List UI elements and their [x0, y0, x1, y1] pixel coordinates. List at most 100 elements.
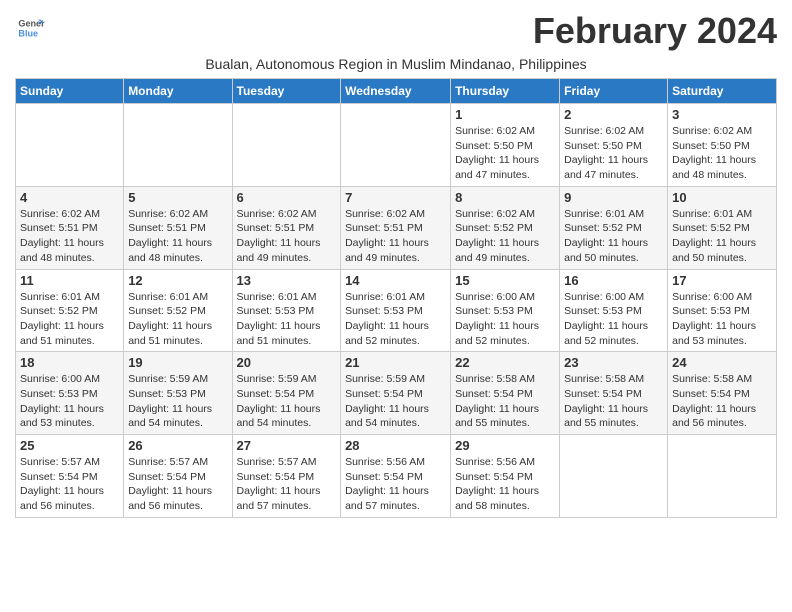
day-info: Sunrise: 5:56 AM Sunset: 5:54 PM Dayligh…	[455, 455, 555, 514]
calendar-cell: 1 Sunrise: 6:02 AM Sunset: 5:50 PM Daylig…	[451, 104, 560, 187]
calendar-cell: 7 Sunrise: 6:02 AM Sunset: 5:51 PM Daylig…	[341, 186, 451, 269]
day-info: Sunrise: 5:58 AM Sunset: 5:54 PM Dayligh…	[455, 372, 555, 431]
calendar-cell: 18 Sunrise: 6:00 AM Sunset: 5:53 PM Dayli…	[16, 352, 124, 435]
calendar-week-4: 18 Sunrise: 6:00 AM Sunset: 5:53 PM Dayli…	[16, 352, 777, 435]
calendar-cell: 21Sunrise: 5:59 AM Sunset: 5:54 PM Dayli…	[341, 352, 451, 435]
day-info: Sunrise: 6:02 AM Sunset: 5:50 PM Dayligh…	[564, 124, 663, 183]
column-header-saturday: Saturday	[668, 79, 777, 104]
calendar-cell: 9Sunrise: 6:01 AM Sunset: 5:52 PM Daylig…	[560, 186, 668, 269]
day-info: Sunrise: 6:02 AM Sunset: 5:51 PM Dayligh…	[345, 207, 446, 266]
day-number: 1	[455, 107, 555, 122]
day-info: Sunrise: 6:00 AM Sunset: 5:53 PM Dayligh…	[455, 290, 555, 349]
calendar-cell: 4 Sunrise: 6:02 AM Sunset: 5:51 PM Daylig…	[16, 186, 124, 269]
day-number: 13	[237, 273, 337, 288]
day-info: Sunrise: 6:02 AM Sunset: 5:51 PM Dayligh…	[20, 207, 119, 266]
day-info: Sunrise: 5:59 AM Sunset: 5:53 PM Dayligh…	[128, 372, 227, 431]
day-info: Sunrise: 6:02 AM Sunset: 5:50 PM Dayligh…	[672, 124, 772, 183]
calendar-table: SundayMondayTuesdayWednesdayThursdayFrid…	[15, 78, 777, 518]
logo: General Blue	[15, 14, 45, 47]
day-info: Sunrise: 6:02 AM Sunset: 5:51 PM Dayligh…	[128, 207, 227, 266]
day-number: 12	[128, 273, 227, 288]
day-number: 20	[237, 355, 337, 370]
day-number: 22	[455, 355, 555, 370]
calendar-cell: 26 Sunrise: 5:57 AM Sunset: 5:54 PM Dayli…	[124, 435, 232, 518]
day-info: Sunrise: 5:57 AM Sunset: 5:54 PM Dayligh…	[20, 455, 119, 514]
column-header-friday: Friday	[560, 79, 668, 104]
day-info: Sunrise: 5:58 AM Sunset: 5:54 PM Dayligh…	[672, 372, 772, 431]
day-info: Sunrise: 6:02 AM Sunset: 5:50 PM Dayligh…	[455, 124, 555, 183]
svg-text:Blue: Blue	[18, 28, 38, 38]
calendar-cell: 19Sunrise: 5:59 AM Sunset: 5:53 PM Dayli…	[124, 352, 232, 435]
calendar-cell: 17 Sunrise: 6:00 AM Sunset: 5:53 PM Dayli…	[668, 269, 777, 352]
day-number: 28	[345, 438, 446, 453]
day-number: 24	[672, 355, 772, 370]
calendar-cell	[16, 104, 124, 187]
calendar-cell: 13 Sunrise: 6:01 AM Sunset: 5:53 PM Dayli…	[232, 269, 341, 352]
calendar-cell: 20Sunrise: 5:59 AM Sunset: 5:54 PM Dayli…	[232, 352, 341, 435]
calendar-cell: 23Sunrise: 5:58 AM Sunset: 5:54 PM Dayli…	[560, 352, 668, 435]
day-info: Sunrise: 5:56 AM Sunset: 5:54 PM Dayligh…	[345, 455, 446, 514]
page-header: General Blue February 2024	[15, 10, 777, 52]
calendar-cell: 6 Sunrise: 6:02 AM Sunset: 5:51 PM Daylig…	[232, 186, 341, 269]
calendar-week-3: 11 Sunrise: 6:01 AM Sunset: 5:52 PM Dayli…	[16, 269, 777, 352]
calendar-cell: 3 Sunrise: 6:02 AM Sunset: 5:50 PM Daylig…	[668, 104, 777, 187]
day-number: 17	[672, 273, 772, 288]
logo-icon: General Blue	[17, 14, 45, 42]
column-header-thursday: Thursday	[451, 79, 560, 104]
calendar-cell: 2 Sunrise: 6:02 AM Sunset: 5:50 PM Daylig…	[560, 104, 668, 187]
day-info: Sunrise: 6:01 AM Sunset: 5:52 PM Dayligh…	[564, 207, 663, 266]
calendar-cell: 10 Sunrise: 6:01 AM Sunset: 5:52 PM Dayli…	[668, 186, 777, 269]
day-number: 29	[455, 438, 555, 453]
day-number: 16	[564, 273, 663, 288]
day-number: 14	[345, 273, 446, 288]
day-info: Sunrise: 5:57 AM Sunset: 5:54 PM Dayligh…	[237, 455, 337, 514]
calendar-cell	[124, 104, 232, 187]
day-info: Sunrise: 5:58 AM Sunset: 5:54 PM Dayligh…	[564, 372, 663, 431]
day-number: 10	[672, 190, 772, 205]
day-number: 5	[128, 190, 227, 205]
day-info: Sunrise: 6:01 AM Sunset: 5:52 PM Dayligh…	[672, 207, 772, 266]
page-subtitle: Bualan, Autonomous Region in Muslim Mind…	[15, 56, 777, 72]
day-number: 15	[455, 273, 555, 288]
calendar-cell	[668, 435, 777, 518]
calendar-cell	[341, 104, 451, 187]
column-header-sunday: Sunday	[16, 79, 124, 104]
day-info: Sunrise: 6:01 AM Sunset: 5:53 PM Dayligh…	[237, 290, 337, 349]
day-number: 21	[345, 355, 446, 370]
day-number: 7	[345, 190, 446, 205]
day-info: Sunrise: 6:02 AM Sunset: 5:52 PM Dayligh…	[455, 207, 555, 266]
calendar-week-5: 25 Sunrise: 5:57 AM Sunset: 5:54 PM Dayli…	[16, 435, 777, 518]
day-number: 18	[20, 355, 119, 370]
calendar-header-row: SundayMondayTuesdayWednesdayThursdayFrid…	[16, 79, 777, 104]
calendar-cell: 12Sunrise: 6:01 AM Sunset: 5:52 PM Dayli…	[124, 269, 232, 352]
day-number: 11	[20, 273, 119, 288]
day-info: Sunrise: 6:01 AM Sunset: 5:53 PM Dayligh…	[345, 290, 446, 349]
calendar-cell: 29 Sunrise: 5:56 AM Sunset: 5:54 PM Dayli…	[451, 435, 560, 518]
calendar-cell: 27Sunrise: 5:57 AM Sunset: 5:54 PM Dayli…	[232, 435, 341, 518]
day-info: Sunrise: 6:02 AM Sunset: 5:51 PM Dayligh…	[237, 207, 337, 266]
day-number: 8	[455, 190, 555, 205]
day-number: 26	[128, 438, 227, 453]
calendar-cell: 16 Sunrise: 6:00 AM Sunset: 5:53 PM Dayli…	[560, 269, 668, 352]
calendar-cell: 11 Sunrise: 6:01 AM Sunset: 5:52 PM Dayli…	[16, 269, 124, 352]
calendar-cell: 28 Sunrise: 5:56 AM Sunset: 5:54 PM Dayli…	[341, 435, 451, 518]
day-number: 4	[20, 190, 119, 205]
calendar-cell: 24 Sunrise: 5:58 AM Sunset: 5:54 PM Dayli…	[668, 352, 777, 435]
calendar-cell: 8 Sunrise: 6:02 AM Sunset: 5:52 PM Daylig…	[451, 186, 560, 269]
day-number: 3	[672, 107, 772, 122]
day-info: Sunrise: 6:01 AM Sunset: 5:52 PM Dayligh…	[20, 290, 119, 349]
month-title: February 2024	[533, 10, 777, 52]
calendar-cell: 22 Sunrise: 5:58 AM Sunset: 5:54 PM Dayli…	[451, 352, 560, 435]
day-info: Sunrise: 6:00 AM Sunset: 5:53 PM Dayligh…	[672, 290, 772, 349]
day-info: Sunrise: 6:00 AM Sunset: 5:53 PM Dayligh…	[564, 290, 663, 349]
calendar-cell	[232, 104, 341, 187]
calendar-cell: 15 Sunrise: 6:00 AM Sunset: 5:53 PM Dayli…	[451, 269, 560, 352]
column-header-monday: Monday	[124, 79, 232, 104]
day-number: 25	[20, 438, 119, 453]
day-info: Sunrise: 5:57 AM Sunset: 5:54 PM Dayligh…	[128, 455, 227, 514]
column-header-tuesday: Tuesday	[232, 79, 341, 104]
day-number: 6	[237, 190, 337, 205]
day-info: Sunrise: 6:00 AM Sunset: 5:53 PM Dayligh…	[20, 372, 119, 431]
day-number: 2	[564, 107, 663, 122]
calendar-cell: 14 Sunrise: 6:01 AM Sunset: 5:53 PM Dayli…	[341, 269, 451, 352]
